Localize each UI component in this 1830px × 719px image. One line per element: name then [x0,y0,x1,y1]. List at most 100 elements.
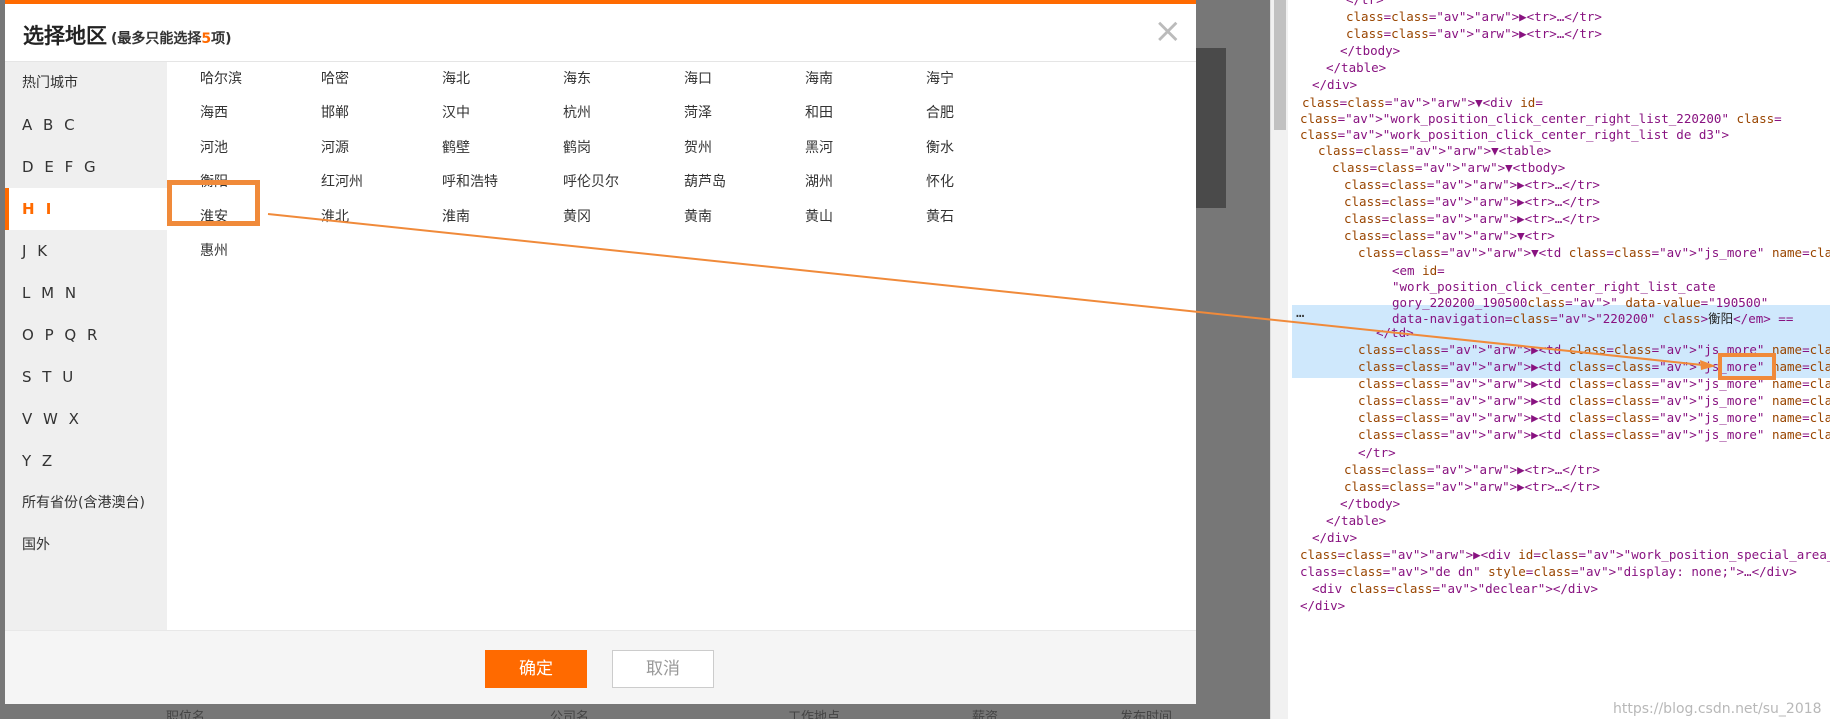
confirm-button[interactable]: 确定 [485,650,587,688]
city-option[interactable]: 黄南 [684,206,712,226]
dom-tree-line[interactable]: class=class="av">"arw">▼<td class=class=… [1358,244,1830,262]
dom-tree-line[interactable]: class=class="av">"de dn" style=class="av… [1300,563,1797,581]
city-option[interactable]: 淮南 [442,206,470,226]
sidebar-item[interactable]: 热门城市 [5,62,167,104]
dom-tree-line[interactable]: class=class="av">"arw">▶<div id=class="a… [1300,546,1830,564]
city-option[interactable]: 邯郸 [321,102,349,122]
dom-tree-line[interactable]: data-navigation=class="av">"220200" clas… [1392,310,1793,328]
city-option[interactable]: 河源 [321,137,349,157]
city-option[interactable]: 和田 [805,102,833,122]
dom-tree-line[interactable]: class=class="av">"arw">▶<tr>…</tr> [1346,25,1602,43]
background-panel [1196,48,1226,208]
sidebar-item[interactable]: 所有省份(含港澳台) [5,482,167,524]
city-option[interactable]: 海东 [563,68,591,88]
dom-tree-line[interactable]: class=class="av">"arw">▶<td class=class=… [1358,392,1830,410]
selection-limit-note: (最多只能选择5项) [111,31,232,47]
city-option[interactable]: 呼和浩特 [442,171,498,191]
note-suffix: 项) [211,31,232,47]
sidebar-item[interactable]: V W X [5,398,167,440]
letter-sidebar: 热门城市 A B CD E F GH IJ KL M NO P Q RS T UV… [5,62,167,630]
dom-tree-line[interactable]: </tbody> [1340,495,1400,513]
city-option[interactable]: 黄冈 [563,206,591,226]
sidebar-item[interactable]: 国外 [5,524,167,566]
dom-tree-line[interactable]: </td> [1376,324,1414,342]
dialog-footer: 确定 取消 [5,630,1196,704]
cancel-button[interactable]: 取消 [612,650,714,688]
city-option[interactable]: 汉中 [442,102,470,122]
region-select-dialog: 选择地区 (最多只能选择5项) × 热门城市 A B CD E F GH IJ KL… [5,0,1196,704]
city-option[interactable]: 哈尔滨 [200,68,242,88]
city-option[interactable]: 黑河 [805,137,833,157]
city-option[interactable]: 海北 [442,68,470,88]
dom-tree-line[interactable]: </table> [1326,59,1386,77]
city-option[interactable]: 红河州 [321,171,363,191]
city-option[interactable]: 合肥 [926,102,954,122]
city-option[interactable]: 海口 [684,68,712,88]
city-option[interactable]: 海南 [805,68,833,88]
highlight-box-devtools [1718,353,1776,380]
city-grid: 哈尔滨 哈密 海北 海东 海口 海南 海宁海西 邯郸 汉中 杭州 菏泽 和田 合肥河池 河源 鹤壁 鹤岗 贺州 黑… [167,62,1196,630]
dom-tree-line[interactable]: class=class="av">"arw">▶<tr>…</tr> [1344,461,1600,479]
city-option[interactable]: 杭州 [563,102,591,122]
background-column-header: 职位名 [166,710,206,719]
dom-tree-line[interactable]: class=class="av">"arw">▶<tr>…</tr> [1344,478,1600,496]
note-prefix: (最多只能选择 [111,31,202,47]
node-actions-icon[interactable]: … [1296,305,1304,321]
dom-tree-line[interactable]: class=class="av">"arw">▶<tr>…</tr> [1344,193,1600,211]
city-option[interactable]: 呼伦贝尔 [563,171,619,191]
dom-tree-line[interactable]: class=class="av">"arw">▶<tr>…</tr> [1344,210,1600,228]
city-option[interactable]: 贺州 [684,137,712,157]
scrollbar-thumb[interactable] [1274,0,1286,130]
city-option[interactable]: 河池 [200,137,228,157]
background-column-header: 薪资 [972,710,999,719]
sidebar-item[interactable]: J K [5,230,167,272]
city-option[interactable]: 菏泽 [684,102,712,122]
screenshot: 箱类 职位名公司名工作地点薪资发布时间 选择地区(最多只能选择5项) × 热门城… [0,0,1830,719]
watermark: https://blog.csdn.net/su_2018 [1613,701,1822,717]
city-option[interactable]: 淮北 [321,206,349,226]
city-option[interactable]: 海宁 [926,68,954,88]
dom-tree-line[interactable]: </tr> [1358,444,1396,462]
dom-tree-line[interactable]: </table> [1326,512,1386,530]
dom-tree-line[interactable]: class=class="av">"arw">▶<tr>…</tr> [1346,8,1602,26]
city-option[interactable]: 葫芦岛 [684,171,726,191]
page-scrollbar[interactable] [1270,0,1288,719]
sidebar-item[interactable]: A B C [5,104,167,146]
city-option[interactable]: 衡水 [926,137,954,157]
city-option[interactable]: 黄石 [926,206,954,226]
sidebar-item[interactable]: H I [5,188,167,230]
sidebar-item[interactable]: D E F G [5,146,167,188]
background-column-header: 发布时间 [1120,710,1173,719]
sidebar-item[interactable]: S T U [5,356,167,398]
dialog-title-text: 选择地区 [23,24,107,48]
background-table-header: 职位名 公司名 工作地点 薪资 发布时间 [166,706,1270,719]
note-number: 5 [201,31,212,47]
city-option[interactable]: 哈密 [321,68,349,88]
dom-tree-line[interactable]: class=class="av">"arw">▶<td class=class=… [1358,409,1830,427]
dom-tree-line[interactable]: class=class="av">"arw">▶<tr>…</tr> [1344,176,1600,194]
sidebar-item[interactable]: Y Z [5,440,167,482]
city-option[interactable]: 鹤壁 [442,137,470,157]
dom-tree-line[interactable]: </div> [1300,597,1345,615]
dialog-header: 选择地区 (最多只能选择5项) × [5,4,1196,62]
sidebar-item[interactable]: L M N [5,272,167,314]
dom-tree-line[interactable]: class=class="av">"arw">▼<tr> [1344,227,1555,245]
dom-tree-line[interactable]: class=class="av">"arw">▼<tbody> [1332,159,1565,177]
dom-tree-line[interactable]: </div> [1312,529,1357,547]
highlight-box-city [167,180,260,226]
dialog-title: 选择地区 (最多只能选择5项) [23,20,232,50]
dom-tree-line[interactable]: </tbody> [1340,42,1400,60]
close-icon[interactable]: × [1154,14,1183,48]
city-option[interactable]: 湖州 [805,171,833,191]
dom-tree-line[interactable]: </div> [1312,76,1357,94]
city-option[interactable]: 怀化 [926,171,954,191]
sidebar-item[interactable]: O P Q R [5,314,167,356]
city-option[interactable]: 鹤岗 [563,137,591,157]
city-option[interactable]: 黄山 [805,206,833,226]
background-column-header: 工作地点 [788,710,841,719]
city-option[interactable]: 海西 [200,102,228,122]
dom-tree-line[interactable]: class=class="av">"arw">▼<table> [1318,142,1551,160]
city-option[interactable]: 惠州 [200,240,228,260]
dom-tree-line[interactable]: <div class=class="av">"declear"></div> [1312,580,1598,598]
dom-tree-line[interactable]: class=class="av">"arw">▶<td class=class=… [1358,426,1830,444]
